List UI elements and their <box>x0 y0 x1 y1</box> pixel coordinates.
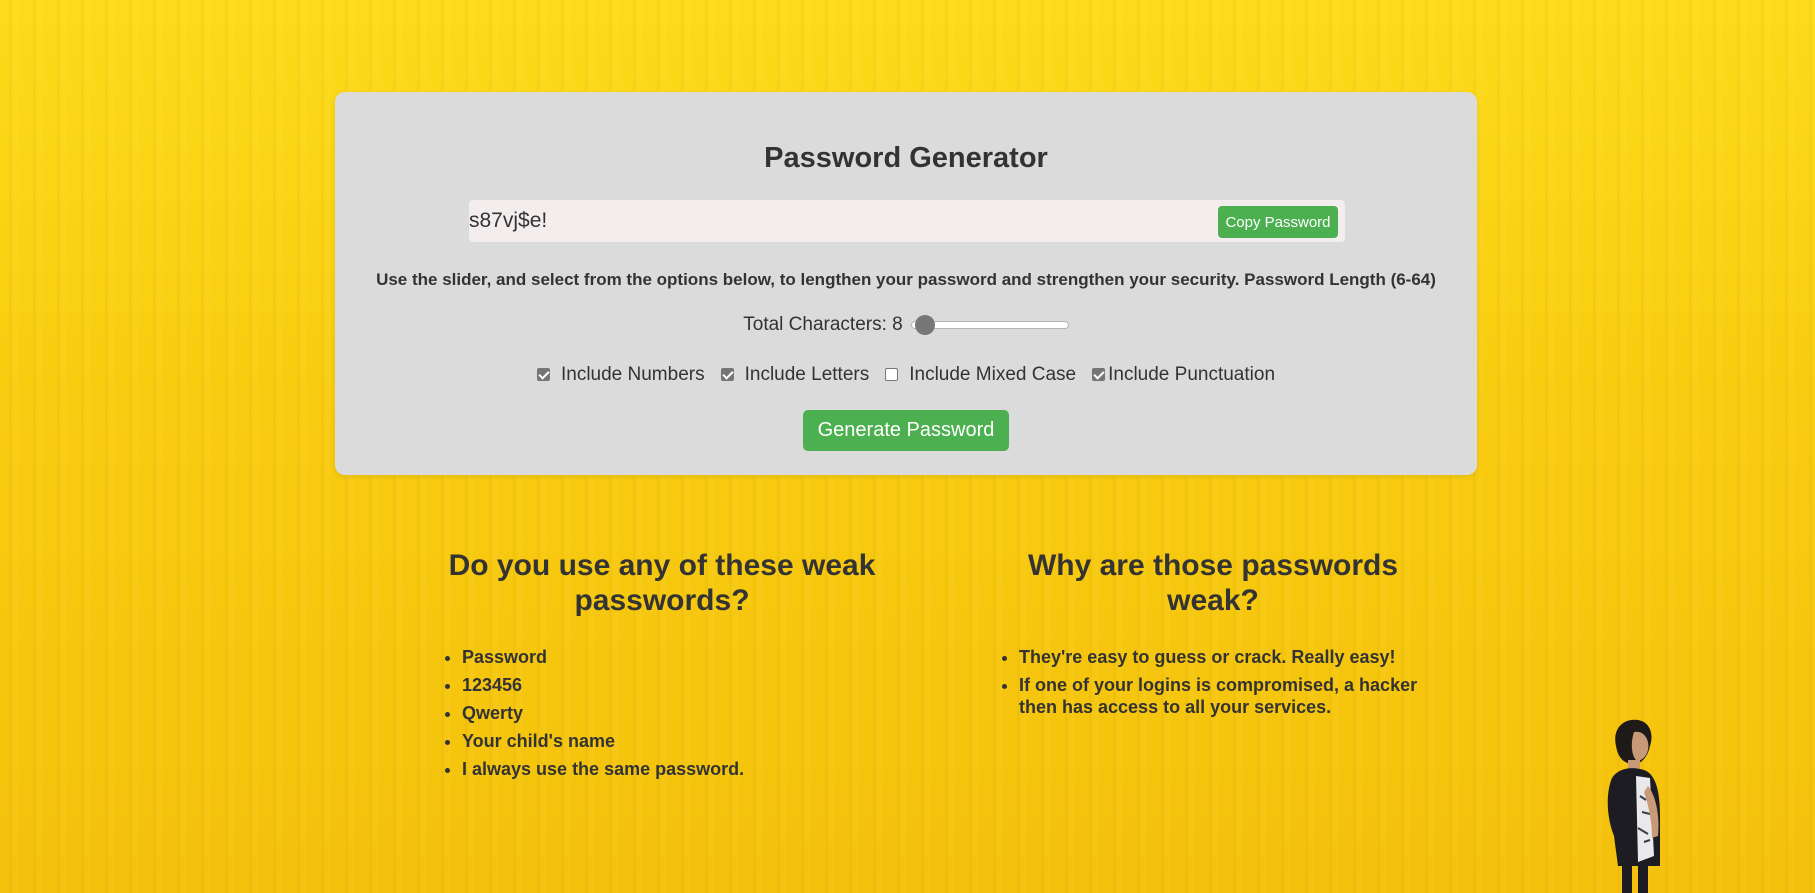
list-item: Qwerty <box>462 702 882 724</box>
password-display <box>469 200 1345 242</box>
slider-thumb[interactable] <box>915 315 936 335</box>
length-label: Total Characters: 8 <box>743 314 903 335</box>
weak-passwords-list: Password 123456 Qwerty Your child's name… <box>442 646 882 780</box>
copy-password-button[interactable]: Copy Password <box>1218 206 1338 238</box>
walking-person-image <box>1607 719 1660 893</box>
why-weak-list: They're easy to guess or crack. Really e… <box>993 646 1433 718</box>
list-item: Password <box>462 646 882 668</box>
include-punctuation-checkbox[interactable] <box>1092 367 1106 381</box>
include-mixed-case-label: Include Mixed Case <box>909 364 1077 385</box>
list-item: 123456 <box>462 674 882 696</box>
option-include-mixed-case[interactable]: Include Mixed Case <box>885 364 1076 386</box>
weak-passwords-section: Do you use any of these weak passwords? … <box>442 548 882 786</box>
include-numbers-label: Include Numbers <box>560 364 705 385</box>
password-output-field[interactable] <box>469 200 1169 242</box>
list-item: Your child's name <box>462 730 882 752</box>
include-numbers-checkbox[interactable] <box>536 367 550 381</box>
list-item: I always use the same password. <box>462 758 882 780</box>
include-mixed-case-checkbox[interactable] <box>885 367 899 381</box>
options-row: Include Numbers Include Letters Include … <box>335 360 1477 390</box>
generate-password-button[interactable]: Generate Password <box>803 410 1009 451</box>
include-letters-checkbox[interactable] <box>720 367 734 381</box>
instructions-text: Use the slider, and select from the opti… <box>376 270 1436 289</box>
include-punctuation-label: Include Punctuation <box>1108 364 1276 385</box>
length-row: Total Characters: 8 <box>335 310 1477 340</box>
page-title: Password Generator <box>764 142 1048 174</box>
weak-passwords-heading: Do you use any of these weak passwords? <box>448 549 876 617</box>
password-generator-card: Password Generator Copy Password Use the… <box>335 92 1477 475</box>
list-item: If one of your logins is compromised, a … <box>1019 674 1433 718</box>
option-include-punctuation[interactable]: Include Punctuation <box>1092 364 1275 386</box>
option-include-numbers[interactable]: Include Numbers <box>536 364 705 386</box>
why-weak-heading: Why are those passwords weak? <box>1027 549 1399 617</box>
why-weak-section: Why are those passwords weak? They're ea… <box>993 548 1433 724</box>
include-letters-label: Include Letters <box>744 364 870 385</box>
option-include-letters[interactable]: Include Letters <box>720 364 870 386</box>
list-item: They're easy to guess or crack. Really e… <box>1019 646 1433 668</box>
length-slider[interactable] <box>910 315 1069 335</box>
